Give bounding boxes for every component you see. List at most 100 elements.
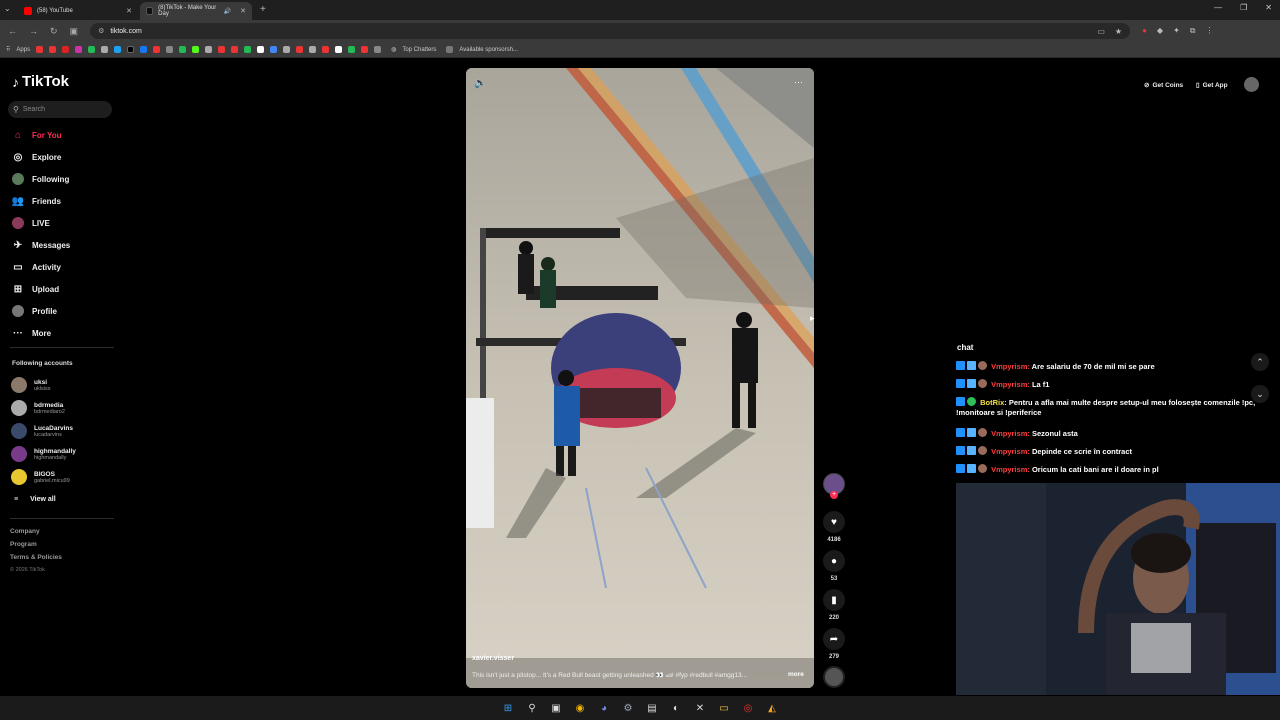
previous-video-chevron-up-icon[interactable]: ⌃ (1251, 353, 1269, 371)
back-icon[interactable]: ← (8, 26, 17, 36)
footer-company[interactable]: Company (10, 528, 40, 535)
search-icon[interactable]: ⚲ (524, 700, 540, 716)
bookmark-icon[interactable] (374, 46, 382, 53)
extension-icon[interactable]: ✦ (1173, 26, 1180, 36)
tab-tiktok[interactable]: (8)TikTok - Make Your Day 🔊 ✕ (140, 2, 252, 20)
save-button[interactable]: ▮ 220 (822, 589, 846, 621)
following-account[interactable]: BIGOS gabriel.micu99 (11, 469, 70, 485)
comment-button[interactable]: ● 53 (822, 550, 846, 582)
like-button[interactable]: ♥ 4186 (822, 511, 846, 543)
sidebar-item-more[interactable]: ··· More (12, 327, 51, 339)
sidebar-item-following[interactable]: Following (12, 173, 69, 185)
bookmark-sponsorships[interactable]: Available sponsorsh... (459, 47, 518, 53)
speaker-icon[interactable]: 🔊 (224, 8, 231, 15)
chrome-icon[interactable]: ◉ (572, 700, 588, 716)
sidebar-item-friends[interactable]: 👥 Friends (12, 195, 61, 207)
bookmark-icon[interactable] (296, 46, 304, 53)
close-tab-icon[interactable]: ✕ (240, 7, 246, 15)
share-button[interactable]: ➦ 279 (822, 628, 846, 660)
music-disc-icon[interactable] (823, 666, 845, 688)
tiktok-logo[interactable]: ♪ TikTok (12, 73, 69, 90)
app-icon[interactable]: ▤ (644, 700, 660, 716)
bookmark-icon[interactable] (88, 46, 96, 53)
bookmark-icon[interactable] (36, 46, 44, 53)
following-account[interactable]: LucaDarvins lucadarvins (11, 423, 73, 439)
bookmark-icon[interactable] (244, 46, 252, 53)
video-author[interactable]: xavier.visser (472, 655, 514, 662)
sidebar-item-upload[interactable]: ⊞ Upload (12, 283, 59, 295)
app-icon[interactable]: ◭ (764, 700, 780, 716)
bookmark-icon[interactable] (218, 46, 226, 53)
bookmark-icon[interactable] (348, 46, 356, 53)
bookmark-icon[interactable] (283, 46, 291, 53)
sidebar-item-for-you[interactable]: ⌂ For You (12, 129, 62, 141)
bookmark-icon[interactable] (257, 46, 265, 53)
bookmark-icon[interactable] (231, 46, 239, 53)
bookmark-icon[interactable] (62, 46, 70, 53)
bookmark-icon[interactable] (179, 46, 187, 53)
bookmark-icon[interactable] (361, 46, 369, 53)
cast-icon[interactable]: ▭ (1097, 27, 1105, 36)
bookmark-icon[interactable] (166, 46, 174, 53)
extension-icon[interactable]: ● (1142, 26, 1147, 36)
bookmark-icon[interactable] (75, 46, 83, 53)
app-icon[interactable]: ◎ (740, 700, 756, 716)
caption-more-button[interactable]: more (788, 671, 804, 678)
video-more-options-icon[interactable]: ··· (794, 77, 803, 87)
sidebar-item-explore[interactable]: ◎ Explore (12, 151, 62, 163)
following-account[interactable]: uksi uklsiss (11, 377, 51, 393)
close-window-icon[interactable]: ✕ (1265, 3, 1272, 12)
sidebar-item-messages[interactable]: ✈ Messages (12, 239, 70, 251)
new-tab-icon[interactable]: + (260, 4, 266, 15)
reload-icon[interactable]: ↻ (50, 26, 58, 37)
bookmark-icon[interactable] (309, 46, 317, 53)
forward-icon[interactable]: → (29, 26, 38, 36)
bookmark-icon[interactable] (322, 46, 330, 53)
get-app-button[interactable]: ▯ Get App (1196, 78, 1228, 92)
site-info-icon[interactable]: ⚙ (98, 27, 104, 35)
follow-plus-icon[interactable]: + (830, 491, 838, 499)
view-all-link[interactable]: ≡ View all (14, 496, 56, 503)
bookmark-star-icon[interactable]: ★ (1115, 27, 1122, 36)
bookmark-apps[interactable]: Apps (16, 47, 30, 53)
bookmark-icon[interactable] (49, 46, 57, 53)
bookmark-icon[interactable] (270, 46, 278, 53)
bookmark-icon[interactable] (114, 46, 122, 53)
bookmark-top-chatters[interactable]: Top Chatters (402, 47, 436, 53)
minimize-icon[interactable]: — (1214, 3, 1222, 12)
sidebar-toggle-icon[interactable]: ▣ (70, 26, 79, 37)
extensions-puzzle-icon[interactable]: ⧉ (1190, 26, 1196, 36)
windows-start-icon[interactable]: ⊞ (500, 700, 516, 716)
following-account[interactable]: highmandally highmandally (11, 446, 76, 462)
video-player[interactable] (466, 68, 814, 688)
next-video-chevron-down-icon[interactable]: ⌄ (1251, 385, 1269, 403)
task-view-icon[interactable]: ▣ (548, 700, 564, 716)
sidebar-item-activity[interactable]: ▭ Activity (12, 261, 61, 273)
steam-icon[interactable]: ⚙ (620, 700, 636, 716)
footer-program[interactable]: Program (10, 541, 37, 548)
bookmark-icon[interactable] (153, 46, 161, 53)
footer-terms[interactable]: Terms & Policies (10, 554, 62, 561)
volume-icon[interactable]: 🔈 (474, 78, 486, 89)
bookmark-icon[interactable] (140, 46, 148, 53)
discord-icon[interactable]: ◕ (596, 700, 612, 716)
extension-icon[interactable]: ◆ (1157, 26, 1163, 36)
maximize-icon[interactable]: ❐ (1240, 3, 1247, 12)
bookmark-icon[interactable] (335, 46, 343, 53)
get-coins-button[interactable]: ⊘ Get Coins (1144, 78, 1183, 92)
search-input[interactable]: ⚲ Search (8, 101, 112, 118)
file-explorer-icon[interactable]: ▭ (716, 700, 732, 716)
apps-grid-icon[interactable]: ⠿ (6, 46, 10, 53)
menu-icon[interactable]: ⋮ (1205, 26, 1213, 36)
sidebar-item-live[interactable]: LIVE (12, 217, 50, 229)
tab-search-icon[interactable]: ⌄ (4, 4, 11, 13)
bookmark-icon[interactable] (192, 46, 200, 53)
profile-avatar[interactable] (1244, 77, 1259, 92)
bookmark-icon[interactable] (101, 46, 109, 53)
bookmark-icon[interactable] (127, 46, 135, 53)
app-icon[interactable]: ◐ (668, 700, 684, 716)
address-bar[interactable]: ⚙ tiktok.com ▭ ★ (90, 23, 1131, 39)
close-tab-icon[interactable]: ✕ (126, 7, 132, 15)
app-icon[interactable]: ✕ (692, 700, 708, 716)
bookmark-icon[interactable] (205, 46, 213, 53)
